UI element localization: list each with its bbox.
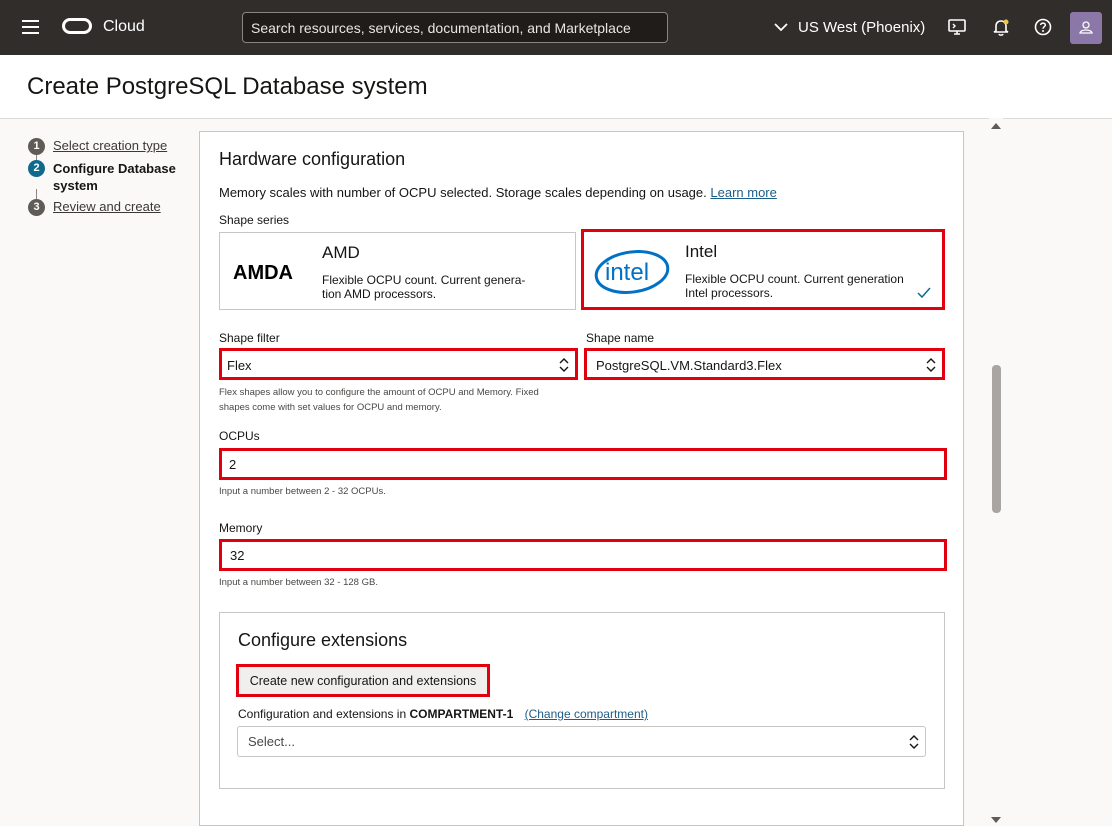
updown-arrows-icon xyxy=(926,358,936,372)
step-label-select-creation-type[interactable]: Select creation type xyxy=(53,138,167,153)
page-title: Create PostgreSQL Database system xyxy=(27,73,428,100)
intel-logo-icon: intel xyxy=(594,250,670,294)
step-number: 3 xyxy=(28,199,45,216)
step-number: 1 xyxy=(28,138,45,155)
ocpus-label: OCPUs xyxy=(219,429,260,443)
hardware-section-title: Hardware configuration xyxy=(219,149,406,169)
shape-name-label: Shape name xyxy=(586,331,655,345)
flex-help-line2: shapes come with set values for OCPU and… xyxy=(219,402,442,413)
user-icon xyxy=(1079,21,1093,34)
updown-arrows-icon xyxy=(909,735,919,749)
hardware-desc-text: Memory scales with number of OCPU select… xyxy=(219,185,707,200)
memory-input[interactable]: 32 xyxy=(219,539,947,571)
memory-help: Input a number between 32 - 128 GB. xyxy=(219,577,378,588)
step-1[interactable]: 1 Select creation type xyxy=(28,138,198,155)
compartment-prefix: Configuration and extensions in xyxy=(238,707,407,721)
ocpus-input[interactable]: 2 xyxy=(219,448,947,480)
configuration-select-placeholder: Select... xyxy=(248,734,295,749)
extensions-title: Configure extensions xyxy=(238,630,408,650)
configuration-select[interactable]: Select... xyxy=(237,726,926,757)
memory-label: Memory xyxy=(219,521,263,535)
shape-name-value: PostgreSQL.VM.Standard3.Flex xyxy=(596,358,782,373)
step-number: 2 xyxy=(28,160,45,177)
hardware-description: Memory scales with number of OCPU select… xyxy=(219,185,777,200)
menu-icon[interactable] xyxy=(22,20,39,34)
step-2: 2 Configure Database system xyxy=(28,160,198,194)
shape-series-label: Shape series xyxy=(219,213,290,227)
user-avatar[interactable] xyxy=(1070,12,1102,44)
amd-logo-icon: AMDA xyxy=(233,262,293,282)
ocpus-help: Input a number between 2 - 32 OCPUs. xyxy=(219,486,386,497)
intel-title: Intel xyxy=(685,242,718,261)
shape-name-select[interactable]: PostgreSQL.VM.Standard3.Flex xyxy=(584,348,945,380)
intel-desc-line1: Flexible OCPU count. Current generation xyxy=(685,272,904,286)
change-compartment-link[interactable]: (Change compartment) xyxy=(525,707,648,721)
compartment-name: COMPARTMENT-1 xyxy=(409,707,514,721)
page-header: Create PostgreSQL Database system xyxy=(0,55,1112,119)
help-icon[interactable] xyxy=(1032,16,1054,38)
shape-filter-value: Flex xyxy=(227,358,252,373)
scroll-down-icon[interactable] xyxy=(991,816,1001,824)
top-navigation-bar: Cloud Search resources, services, docume… xyxy=(0,0,1112,55)
scroll-up-icon[interactable] xyxy=(991,122,1001,130)
intel-desc-line2: Intel processors. xyxy=(685,286,774,300)
shape-filter-label: Shape filter xyxy=(219,331,280,345)
compartment-line: Configuration and extensions in COMPARTM… xyxy=(238,707,648,721)
cloud-shell-icon[interactable] xyxy=(946,16,968,38)
step-3[interactable]: 3 Review and create xyxy=(28,199,198,216)
learn-more-link[interactable]: Learn more xyxy=(710,185,776,200)
updown-arrows-icon xyxy=(559,358,569,372)
svg-text:intel: intel xyxy=(605,259,649,286)
checkmark-icon xyxy=(917,287,931,299)
search-input[interactable]: Search resources, services, documentatio… xyxy=(242,12,668,43)
svg-text:AMDA: AMDA xyxy=(233,262,293,282)
shape-card-intel[interactable]: intel Intel Flexible OCPU count. Current… xyxy=(581,229,945,310)
create-configuration-button[interactable]: Create new configuration and extensions xyxy=(236,664,490,697)
amd-desc-line1: Flexible OCPU count. Current genera- xyxy=(322,273,526,287)
bell-icon[interactable] xyxy=(990,16,1012,38)
chevron-down-icon xyxy=(774,23,788,32)
app-name[interactable]: Cloud xyxy=(103,18,145,36)
region-label: US West (Phoenix) xyxy=(798,19,926,36)
search-placeholder: Search resources, services, documentatio… xyxy=(251,20,631,36)
wizard-steps: 1 Select creation type 2 Configure Datab… xyxy=(28,138,198,220)
flex-help-line1: Flex shapes allow you to configure the a… xyxy=(219,387,539,398)
step-label-review-and-create[interactable]: Review and create xyxy=(53,199,161,214)
amd-title: AMD xyxy=(322,243,360,262)
scrollbar-thumb[interactable] xyxy=(992,365,1001,513)
step-label-configure-database-system: Configure Database system xyxy=(53,161,176,193)
shape-filter-select[interactable]: Flex xyxy=(219,348,578,380)
amd-desc-line2: tion AMD processors. xyxy=(322,287,437,301)
oracle-logo[interactable] xyxy=(62,18,92,34)
ocpus-value: 2 xyxy=(229,457,237,472)
memory-value: 32 xyxy=(230,548,245,563)
region-selector[interactable]: US West (Phoenix) xyxy=(774,19,925,36)
shape-card-amd[interactable]: AMDA AMD Flexible OCPU count. Current ge… xyxy=(219,232,576,310)
